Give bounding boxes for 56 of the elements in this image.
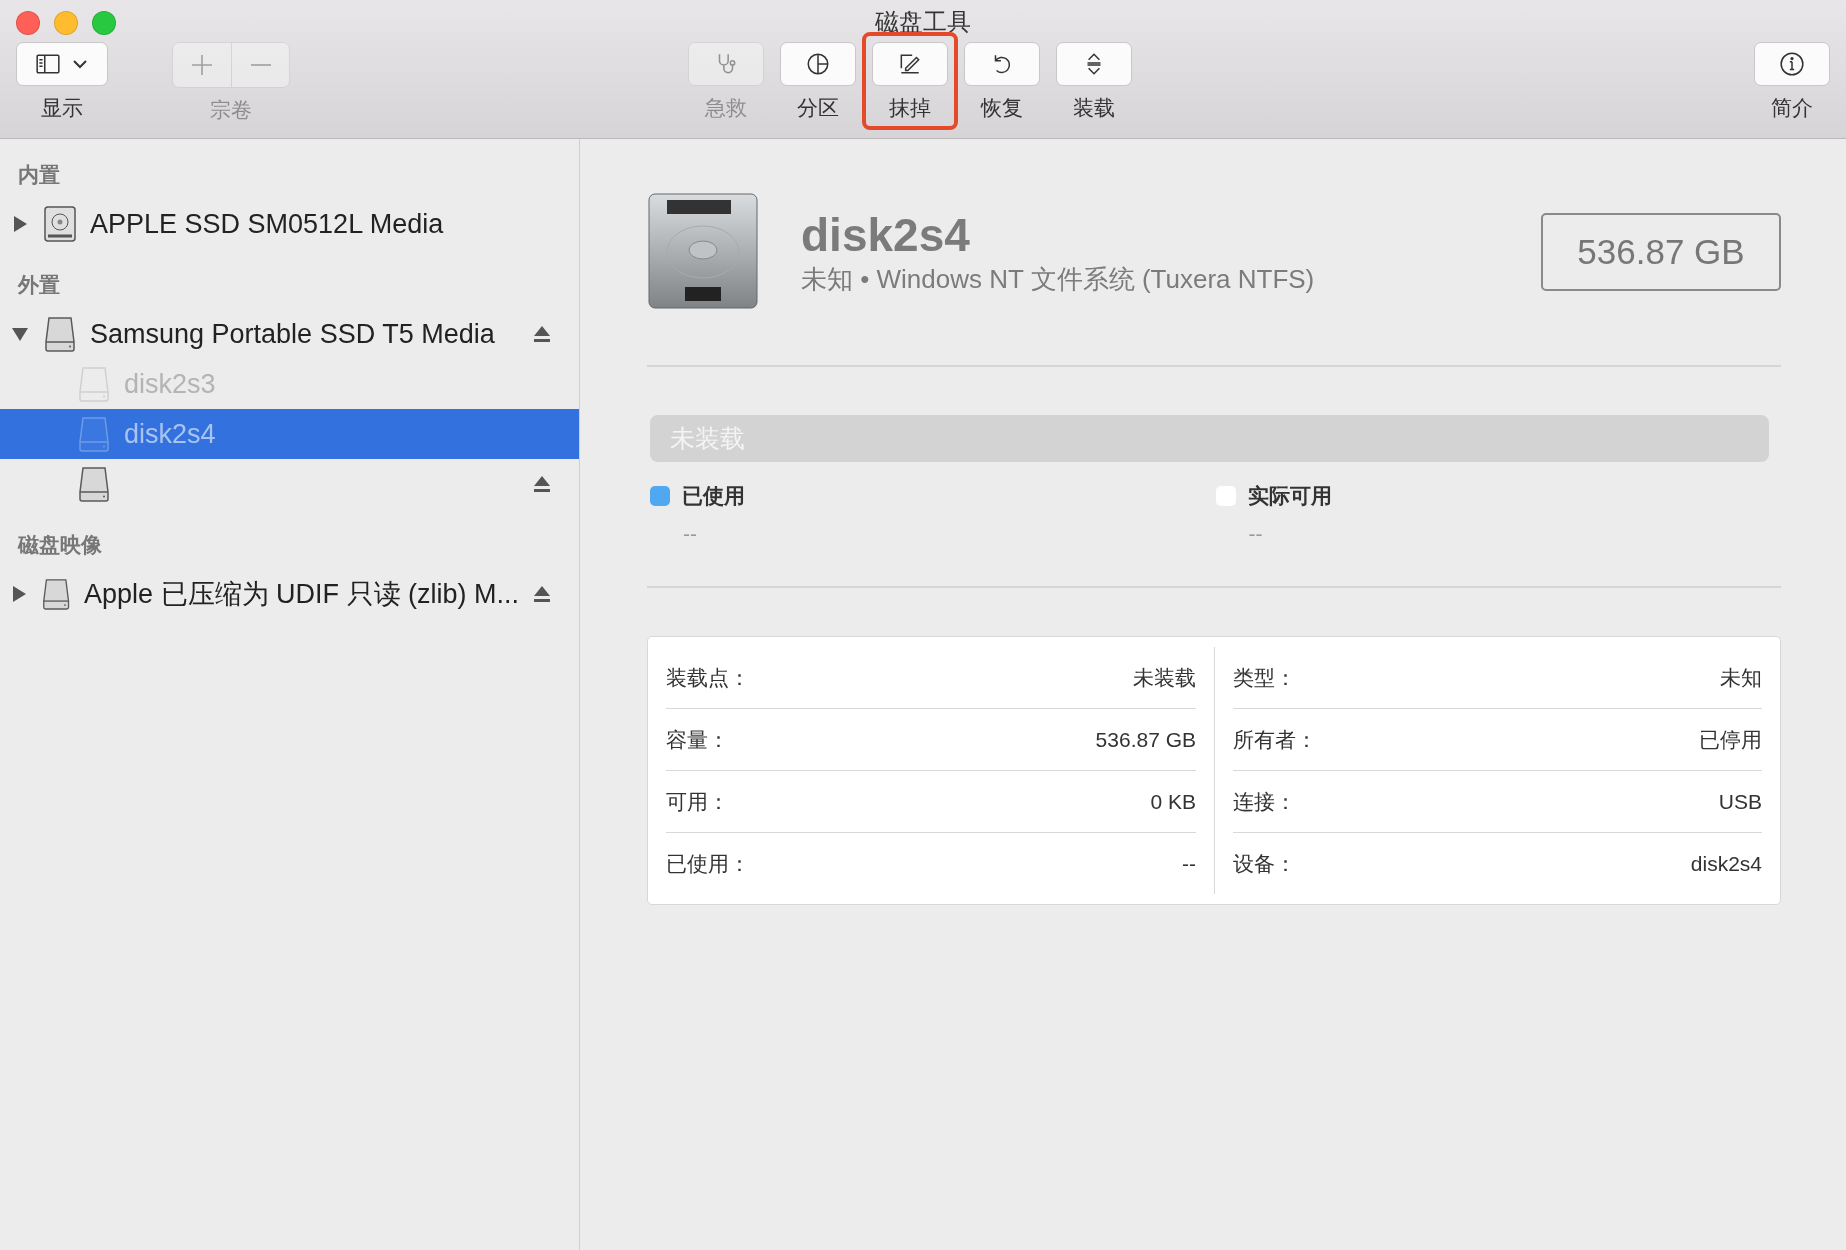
toolbar-label: 分区 <box>797 95 839 121</box>
sidebar-item[interactable]: Samsung Portable SSD T5 Media <box>0 309 579 359</box>
view-button[interactable] <box>16 42 108 86</box>
toolbar-label: 宗卷 <box>210 97 252 123</box>
hard-drive-icon <box>44 206 76 242</box>
info-key: 所有者： <box>1233 725 1317 754</box>
info-value: 未装载 <box>1133 664 1196 691</box>
triangle-right-icon[interactable] <box>10 586 27 602</box>
toolbar-label: 装载 <box>1073 95 1115 121</box>
legend-value: -- <box>682 522 698 546</box>
info-key: 可用： <box>666 787 729 816</box>
info-value: 0 KB <box>1150 789 1196 814</box>
disk-description: 未知 • Windows NT 文件系统 (Tuxera NTFS) <box>801 262 1316 296</box>
info-icon <box>1779 51 1805 77</box>
legend-label: 已使用 <box>682 483 745 509</box>
info-key: 类型： <box>1233 663 1296 692</box>
info-key: 设备： <box>1233 849 1296 878</box>
plus-icon <box>191 54 213 76</box>
toolbar-button[interactable] <box>1056 42 1132 86</box>
section-heading: 磁盘映像 <box>18 533 102 556</box>
capacity-label: 536.87 GB <box>1541 213 1781 291</box>
eject-icon[interactable] <box>533 585 551 603</box>
pie-icon <box>805 51 831 77</box>
info-value: 已停用 <box>1699 726 1762 753</box>
chevron-down-icon <box>71 58 89 70</box>
sidebar-item[interactable]: Apple 已压缩为 UDIF 只读 (zlib) M... <box>0 569 579 619</box>
sidebar-item[interactable]: APPLE SSD SM0512L Media <box>0 199 579 249</box>
minus-icon <box>249 63 272 67</box>
section-heading: 内置 <box>18 163 60 186</box>
toolbar-button[interactable] <box>872 42 948 86</box>
toolbar-label: 恢复 <box>981 95 1023 121</box>
info-key: 连接： <box>1233 787 1296 816</box>
info-value: 未知 <box>1720 664 1762 691</box>
eject-icon[interactable] <box>533 325 551 343</box>
legend-value: -- <box>1247 522 1264 546</box>
info-button[interactable] <box>1754 42 1830 86</box>
hard-drive-icon <box>647 192 759 312</box>
info-value: 536.87 GB <box>1095 727 1196 752</box>
info-value: disk2s4 <box>1690 851 1762 876</box>
toolbar-label: 显示 <box>41 95 83 121</box>
disk-name: disk2s4 <box>801 207 971 262</box>
info-value: -- <box>1182 851 1196 876</box>
legend-label: 实际可用 <box>1247 483 1332 509</box>
section-heading: 外置 <box>18 273 60 296</box>
toolbar-label: 抹掉 <box>889 95 931 121</box>
triangle-down-icon[interactable] <box>12 326 28 342</box>
info-key: 容量： <box>666 725 729 754</box>
triangle-right-icon[interactable] <box>12 216 28 232</box>
close-button[interactable] <box>16 11 40 35</box>
eject-icon[interactable] <box>533 475 551 493</box>
toolbar-button[interactable] <box>780 42 856 86</box>
info-value: USB <box>1718 789 1762 814</box>
info-key: 已使用： <box>666 849 750 878</box>
toolbar-label: 急救 <box>705 95 747 121</box>
info-key: 装载点： <box>666 663 750 692</box>
toolbar-label: 简介 <box>1771 95 1813 121</box>
